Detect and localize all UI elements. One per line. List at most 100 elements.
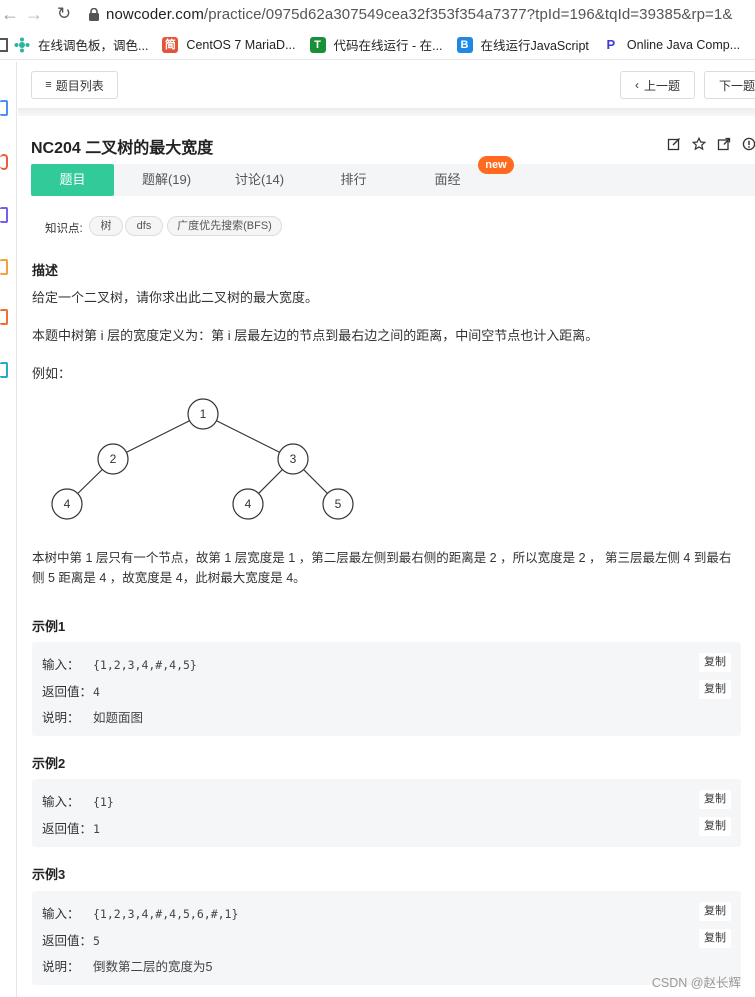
watermark: CSDN @赵长辉 (651, 976, 741, 990)
bookmark-item[interactable]: 简 CentOS 7 MariaD... (162, 36, 296, 53)
bookmark-item[interactable]: B 在线运行JavaScript (456, 35, 589, 54)
description-heading: 描述 (32, 263, 59, 278)
url-path: /practice/0975d62a307549cea32f353f354a73… (203, 5, 733, 23)
page-title: NC204 二叉树的最大宽度 (31, 140, 214, 157)
tree-node-label: 4 (245, 497, 252, 511)
title-actions (667, 136, 755, 151)
bookmark-label: CentOS 7 MariaD... (186, 37, 296, 52)
return-value: 1 (93, 822, 100, 836)
example-1-box: 输入： {1,2,3,4,#,4,5} 复制 返回值：4 复制 说明： 如题面图 (32, 642, 741, 736)
book-icon[interactable] (0, 207, 8, 223)
bookmarks-bar: 在线调色板，调色... 简 CentOS 7 MariaD... T 代码在线运… (0, 30, 755, 60)
back-icon[interactable]: ← (0, 4, 20, 25)
info-icon[interactable] (742, 137, 755, 151)
bookmark-label: 代码在线运行 - 在... (333, 39, 443, 53)
top-toolbar: ≡ 题目列表 ‹ 上一题 下一题 (18, 62, 755, 108)
tree-node-label: 1 (200, 407, 207, 421)
code-icon[interactable] (0, 100, 8, 116)
tab-problem[interactable]: 题目 (31, 164, 114, 196)
example-1-return-row: 返回值：4 (42, 681, 100, 700)
url-field[interactable]: nowcoder.com/practice/0975d62a307549cea3… (106, 6, 732, 23)
copy-button[interactable]: 复制 (699, 790, 731, 809)
b-icon: B (456, 36, 473, 53)
forward-icon[interactable]: → (24, 4, 44, 25)
p-icon: P (606, 36, 616, 52)
tree-node-label: 4 (64, 497, 71, 511)
briefcase-icon[interactable] (0, 259, 8, 275)
code-runner-icon: T (309, 36, 326, 53)
tab-ranking[interactable]: 排行 (312, 164, 395, 196)
explanation-line-2: 侧 5 距离是 4 ，故宽度是 4，此树最大宽度是 4。 (32, 571, 306, 585)
new-badge: new (478, 156, 514, 174)
input-label: 输入： (42, 907, 80, 921)
tree-node-label: 5 (335, 497, 342, 511)
bookmark-edge-icon (0, 38, 8, 52)
example-2-return-row: 返回值：1 (42, 818, 100, 837)
return-value: 5 (93, 934, 100, 948)
example-3-note-row: 说明： 倒数第二层的宽度为5 (42, 956, 212, 975)
example-2-input-row: 输入： {1} (42, 791, 114, 810)
bookmark-item[interactable]: T 代码在线运行 - 在... (309, 35, 443, 54)
next-problem-button[interactable]: 下一题 (704, 71, 755, 99)
example-1-input-row: 输入： {1,2,3,4,#,4,5} (42, 654, 197, 673)
binary-tree-diagram: 1 2 3 4 4 5 (51, 398, 354, 520)
address-bar: ← → ↻ nowcoder.com/practice/0975d62a3075… (0, 0, 755, 28)
input-value: {1,2,3,4,#,4,5} (93, 658, 197, 672)
bookmark-item[interactable]: 在线调色板，调色... (14, 35, 148, 54)
example-1-note-row: 说明： 如题面图 (42, 707, 143, 726)
problem-list-label: 题目列表 (55, 78, 104, 93)
chevron-left-icon: ‹ (634, 78, 639, 92)
palette-icon (14, 37, 30, 53)
example-2-box: 输入： {1} 复制 返回值：1 复制 (32, 779, 741, 847)
example-3-return-row: 返回值：5 (42, 930, 100, 949)
prev-label: 上一题 (643, 78, 680, 93)
star-icon[interactable] (691, 136, 707, 151)
side-rail (0, 62, 17, 997)
note-label: 说明： (42, 960, 80, 974)
copy-button[interactable]: 复制 (699, 653, 731, 672)
tree-node-label: 2 (110, 452, 117, 466)
prev-problem-button[interactable]: ‹ 上一题 (620, 71, 695, 99)
tab-discussion[interactable]: 讨论(14) (218, 164, 301, 196)
list-icon: ≡ (45, 79, 52, 91)
input-label: 输入： (42, 795, 80, 809)
next-label: 下一题 (719, 78, 755, 93)
edit-icon[interactable] (667, 137, 681, 151)
jianshu-icon: 简 (162, 36, 179, 53)
copy-button[interactable]: 复制 (699, 929, 731, 948)
copy-button[interactable]: 复制 (699, 817, 731, 836)
description-line-1: 给定一个二叉树，请你求出此二叉树的最大宽度。 (32, 290, 319, 305)
share-icon[interactable] (717, 137, 731, 151)
lock-icon[interactable] (88, 7, 100, 21)
url-host: nowcoder.com (106, 5, 204, 23)
bookmark-label: 在线运行JavaScript (480, 39, 589, 53)
chart-icon[interactable] (0, 362, 8, 378)
return-label: 返回值： (42, 822, 93, 836)
description-line-2: 本题中树第 i 层的宽度定义为：第 i 层最左边的节点到最右边之间的距离，中间空… (32, 328, 599, 343)
tag-dfs[interactable]: dfs (125, 216, 163, 236)
explanation-line-1: 本树中第 1 层只有一个节点，故第 1 层宽度是 1 ，第二层最左侧到最右侧的距… (32, 551, 732, 565)
return-label: 返回值： (42, 934, 93, 948)
example-1-heading: 示例1 (32, 619, 66, 634)
tag-bfs[interactable]: 广度优先搜索(BFS) (167, 216, 282, 236)
input-value: {1} (93, 795, 114, 809)
example-3-input-row: 输入： {1,2,3,4,#,4,5,6,#,1} (42, 903, 238, 922)
tag-tree[interactable]: 树 (89, 216, 123, 236)
flag-icon[interactable] (0, 309, 8, 325)
copy-button[interactable]: 复制 (699, 680, 731, 699)
tree-node-label: 3 (290, 452, 297, 466)
bookmark-label: Online Java Comp... (626, 37, 741, 52)
bookmark-item[interactable]: P Online Java Comp... (603, 36, 741, 53)
puzzle-icon[interactable] (0, 154, 8, 170)
example-3-heading: 示例3 (32, 867, 66, 882)
tab-interview[interactable]: 面经 (406, 164, 489, 196)
problem-list-button[interactable]: ≡ 题目列表 (31, 71, 118, 99)
reload-icon[interactable]: ↻ (54, 4, 74, 24)
input-value: {1,2,3,4,#,4,5,6,#,1} (93, 907, 239, 921)
problem-tabs: 题目 题解(19) 讨论(14) 排行 面经 (31, 164, 755, 196)
copy-button[interactable]: 复制 (699, 902, 731, 921)
tab-solutions[interactable]: 题解(19) (125, 164, 208, 196)
toolbar-divider (18, 108, 755, 116)
bookmark-label: 在线调色板，调色... (38, 39, 149, 53)
note-value: 倒数第二层的宽度为5 (93, 960, 213, 974)
